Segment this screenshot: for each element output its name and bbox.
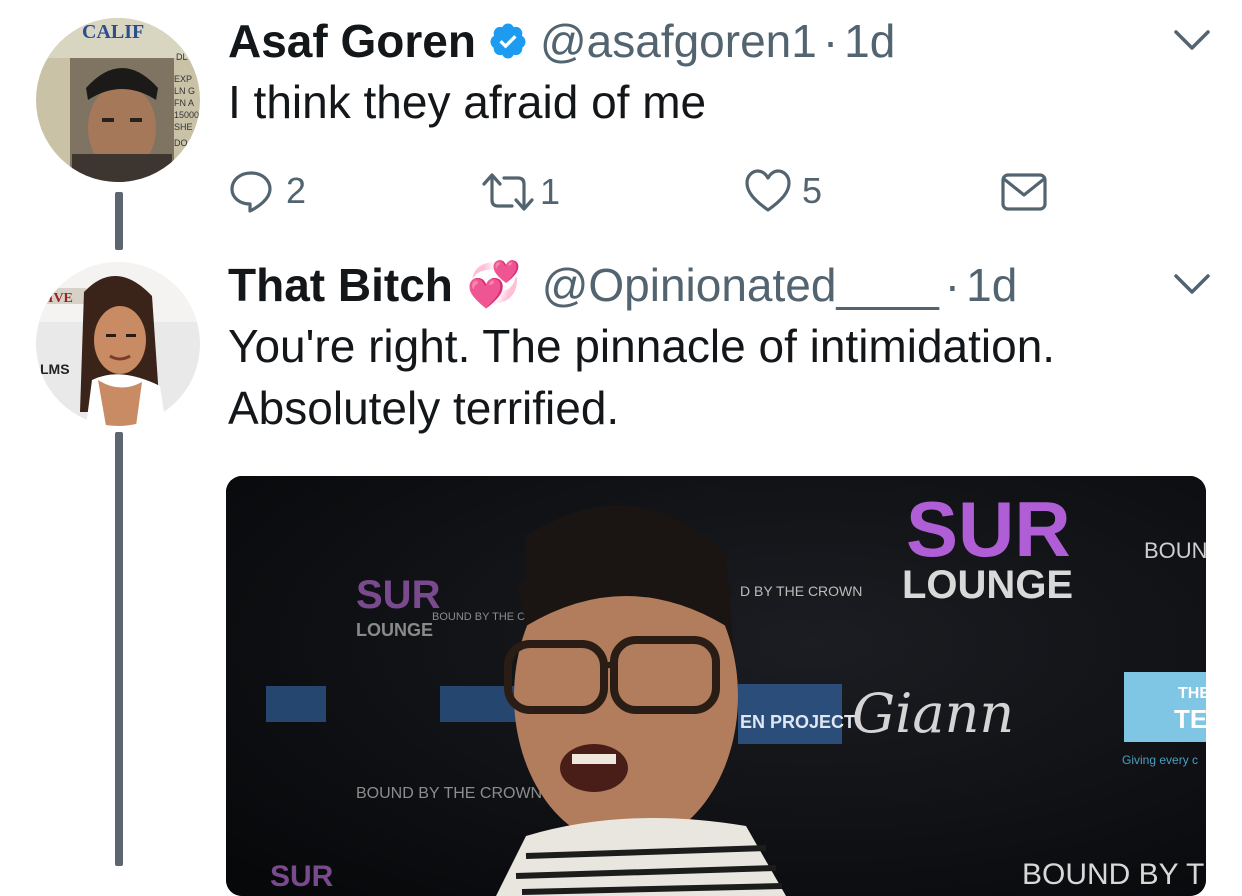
media-photo: SUR LOUNGE SUR LOUNGE BOUND D BY THE CRO…: [226, 476, 1206, 896]
separator-dot: ·: [944, 259, 961, 311]
author-handle[interactable]: @asafgoren1: [540, 18, 817, 64]
avatar[interactable]: IVE LMS: [36, 262, 200, 426]
bound-bottom-right-text: BOUND BY TH: [1022, 858, 1206, 891]
avatar-she-text: SHE: [174, 122, 193, 132]
author-handle[interactable]: @Opinionated____: [542, 262, 939, 308]
chevron-down-icon[interactable]: [1172, 26, 1212, 54]
avatar-image: IVE LMS: [36, 262, 200, 426]
reply-count: 2: [286, 170, 307, 211]
avatar[interactable]: CALIF DL EXP LN G FN A 15000 SHE DO: [36, 18, 200, 182]
sur-logo-small: SUR: [356, 573, 441, 617]
author-name[interactable]: That Bitch: [228, 262, 453, 308]
tweet-timestamp[interactable]: 1d: [844, 18, 895, 64]
bound-text-top: BOUND: [1144, 538, 1206, 563]
avatar-image: CALIF DL EXP LN G FN A 15000 SHE DO: [36, 18, 200, 182]
tweet-media-image[interactable]: SUR LOUNGE SUR LOUNGE BOUND D BY THE CRO…: [226, 476, 1206, 896]
bound-bottom-left-text: BOUND BY THE CROWN: [356, 785, 542, 802]
by-the-crown-text: D BY THE CROWN: [740, 583, 862, 599]
gianni-signature-text: Giann: [852, 682, 1014, 745]
avatar-num-text: 15000: [174, 110, 199, 120]
te-label-text: TE: [1174, 704, 1206, 734]
emoji-two-hearts: 💞: [466, 260, 522, 309]
retweet-button[interactable]: 1: [480, 170, 560, 214]
verified-badge-icon: [488, 21, 528, 61]
tweet-header: Asaf Goren @asafgoren1 · 1d: [228, 18, 895, 64]
heart-outline-icon: [745, 169, 791, 212]
lounge-logo-large: LOUNGE: [902, 563, 1073, 607]
tweet-text-line-1: You're right. The pinnacle of intimidati…: [228, 320, 1056, 372]
tweet-text: I think they afraid of me: [228, 76, 707, 128]
avatar-dl-text: DL: [176, 52, 188, 62]
tweet-header: That Bitch 💞 @Opinionated____ · 1d: [228, 262, 1017, 308]
avatar-state-text: CALIF: [82, 21, 144, 43]
dm-button[interactable]: [1000, 172, 1048, 212]
avatar-side-text: LMS: [40, 361, 70, 377]
avatar-ln-text: LN G: [174, 86, 195, 96]
bound-by-the-small-text: BOUND BY THE C: [432, 611, 525, 623]
like-button[interactable]: 5: [744, 168, 822, 214]
giving-text: Giving every c: [1122, 753, 1198, 767]
author-name[interactable]: Asaf Goren: [228, 18, 476, 64]
separator-dot: ·: [822, 15, 839, 67]
the-label-text: THE: [1178, 685, 1206, 702]
ten-project-text: EN PROJECT: [740, 712, 855, 732]
retweet-icon: [482, 173, 534, 211]
speech-bubble-icon: [230, 171, 272, 213]
thread-line-top: [115, 192, 123, 250]
tweet-timestamp[interactable]: 1d: [966, 262, 1017, 308]
sur-logo-large: SUR: [906, 485, 1071, 573]
avatar-top-text: IVE: [48, 291, 73, 306]
avatar-fn-text: FN A: [174, 98, 194, 108]
avatar-exp-text: EXP: [174, 74, 192, 84]
tweet-text-line-2: Absolutely terrified.: [228, 382, 620, 434]
like-count: 5: [802, 170, 823, 211]
retweet-count: 1: [540, 171, 561, 212]
thread-line-bottom: [115, 432, 123, 866]
lounge-logo-small: LOUNGE: [356, 620, 433, 640]
sur-logo-bottom: SUR: [270, 860, 334, 893]
reply-button[interactable]: 2: [228, 168, 306, 214]
chevron-down-icon[interactable]: [1172, 270, 1212, 298]
avatar-do-text: DO: [174, 138, 188, 148]
envelope-icon: [1001, 173, 1047, 211]
